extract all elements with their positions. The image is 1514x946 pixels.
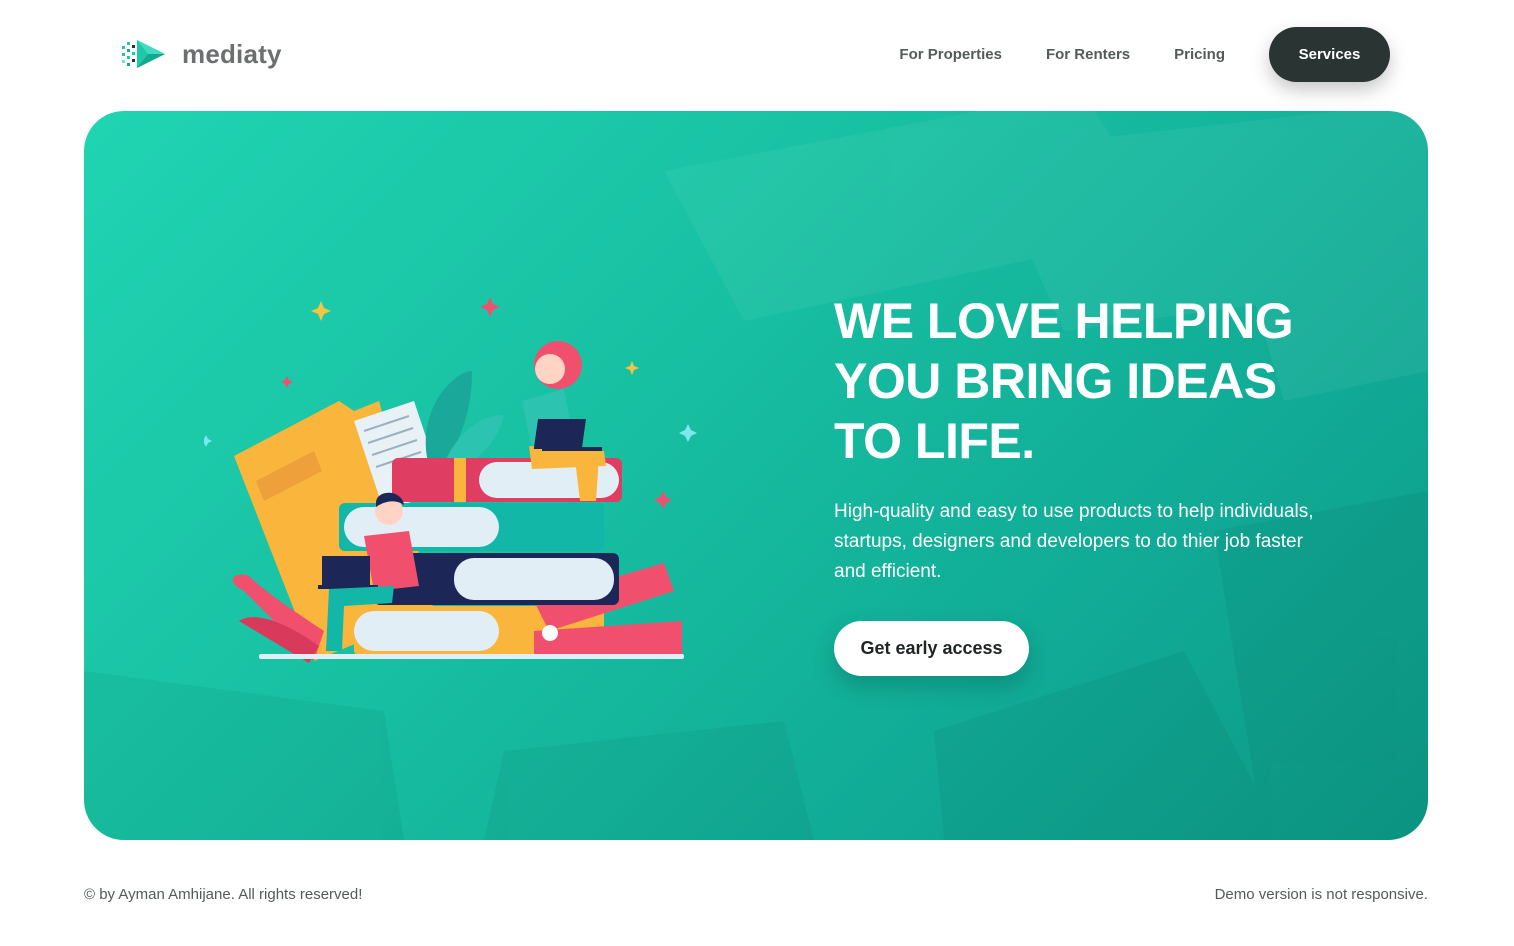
nav-link-for-properties[interactable]: For Properties: [899, 28, 1002, 82]
brand-logo[interactable]: mediaty: [120, 36, 282, 72]
people-on-books-illustration: [204, 297, 697, 663]
hero-section: WE LOVE HELPING YOU BRING IDEAS TO LIFE.…: [84, 111, 1428, 840]
hero-subtitle: High-quality and easy to use products to…: [834, 501, 1314, 582]
play-logo-icon: [122, 40, 165, 68]
site-header: mediaty For Properties For Renters Prici…: [0, 0, 1514, 108]
hero-title-line: TO LIFE.: [834, 413, 1035, 469]
footer-copyright: © by Ayman Amhijane. All rights reserved…: [84, 886, 363, 903]
footer-note: Demo version is not responsive.: [1214, 886, 1428, 903]
landing-page: mediaty For Properties For Renters Prici…: [0, 0, 1514, 946]
get-early-access-button[interactable]: Get early access: [834, 621, 1029, 676]
hero-title-line: YOU BRING IDEAS: [834, 353, 1277, 409]
hero-title-line: WE LOVE HELPING: [834, 293, 1294, 349]
brand-name: mediaty: [182, 38, 282, 69]
nav-link-for-renters[interactable]: For Renters: [1046, 28, 1130, 82]
services-button[interactable]: Services: [1269, 27, 1390, 82]
nav-link-pricing[interactable]: Pricing: [1174, 28, 1225, 82]
main-nav: For Properties For Renters Pricing Servi…: [899, 27, 1390, 82]
hero-content: WE LOVE HELPING YOU BRING IDEAS TO LIFE.…: [834, 291, 1354, 676]
hero-title: WE LOVE HELPING YOU BRING IDEAS TO LIFE.: [834, 291, 1354, 471]
